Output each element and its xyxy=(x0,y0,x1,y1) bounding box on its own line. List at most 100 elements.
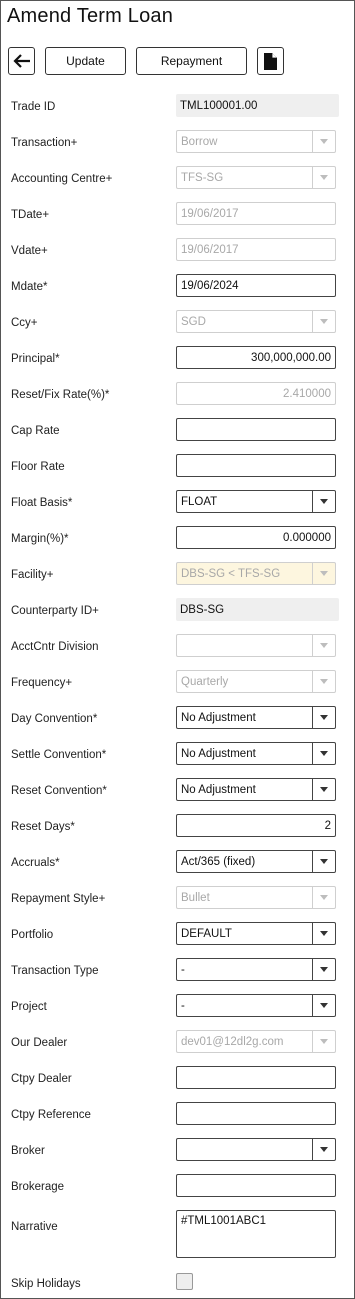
ctpy-dealer-label: Ctpy Dealer xyxy=(11,1073,72,1085)
accounting-centre-select[interactable]: TFS-SG xyxy=(176,166,336,189)
chevron-down-icon[interactable] xyxy=(312,743,335,764)
floor-rate-input[interactable] xyxy=(176,454,336,477)
day-convention-label: Day Convention* xyxy=(11,713,98,725)
project-value: - xyxy=(181,999,185,1012)
row-project: Project - xyxy=(1,990,355,1026)
margin-input[interactable]: 0.000000 xyxy=(176,526,336,549)
vdate-input[interactable]: 19/06/2017 xyxy=(176,238,336,261)
our-dealer-value: dev01@12dl2g.com xyxy=(181,1035,284,1048)
transaction-type-select[interactable]: - xyxy=(176,958,336,981)
cap-rate-label: Cap Rate xyxy=(11,425,60,437)
row-reset-convention: Reset Convention* No Adjustment xyxy=(1,774,355,810)
repayment-button[interactable]: Repayment xyxy=(136,47,247,75)
settle-convention-select[interactable]: No Adjustment xyxy=(176,742,336,765)
float-basis-select[interactable]: FLOAT xyxy=(176,490,336,513)
broker-label: Broker xyxy=(11,1145,45,1157)
settle-convention-value: No Adjustment xyxy=(181,747,256,760)
portfolio-value: DEFAULT xyxy=(181,927,232,940)
chevron-down-icon[interactable] xyxy=(312,959,335,980)
principal-label: Principal* xyxy=(11,353,60,365)
our-dealer-label: Our Dealer xyxy=(11,1037,68,1049)
transaction-select[interactable]: Borrow xyxy=(176,130,336,153)
document-icon xyxy=(264,52,277,70)
floor-rate-label: Floor Rate xyxy=(11,461,65,473)
chevron-down-icon[interactable] xyxy=(312,707,335,728)
float-basis-label: Float Basis* xyxy=(11,497,73,509)
amend-term-loan-panel: Amend Term Loan Update Repayment Trade I… xyxy=(0,0,355,1299)
facility-label: Facility+ xyxy=(11,569,54,581)
accruals-label: Accruals* xyxy=(11,857,60,869)
transaction-label: Transaction+ xyxy=(11,137,78,149)
repayment-style-select[interactable]: Bullet xyxy=(176,886,336,909)
row-transaction-type: Transaction Type - xyxy=(1,954,355,990)
ctpy-reference-input[interactable] xyxy=(176,1102,336,1125)
day-convention-select[interactable]: No Adjustment xyxy=(176,706,336,729)
ccy-label: Ccy+ xyxy=(11,317,38,329)
ccy-value: SGD xyxy=(181,315,206,328)
day-convention-value: No Adjustment xyxy=(181,711,256,724)
project-select[interactable]: - xyxy=(176,994,336,1017)
project-label: Project xyxy=(11,1001,47,1013)
ctpy-dealer-input[interactable] xyxy=(176,1066,336,1089)
accounting-centre-label: Accounting Centre+ xyxy=(11,173,113,185)
chevron-down-icon[interactable] xyxy=(312,851,335,872)
ccy-select[interactable]: SGD xyxy=(176,310,336,333)
row-day-convention: Day Convention* No Adjustment xyxy=(1,702,355,738)
skip-holidays-checkbox[interactable] xyxy=(176,1273,193,1290)
mdate-input[interactable]: 19/06/2024 xyxy=(176,274,336,297)
ctpy-reference-label: Ctpy Reference xyxy=(11,1109,91,1121)
acctcntr-division-select[interactable] xyxy=(176,634,336,657)
reset-convention-value: No Adjustment xyxy=(181,783,256,796)
row-float-basis: Float Basis* FLOAT xyxy=(1,486,355,522)
reset-rate-input[interactable]: 2.410000 xyxy=(176,382,336,405)
row-trade-id: Trade ID TML100001.00 xyxy=(1,90,355,126)
reset-days-label: Reset Days* xyxy=(11,821,75,833)
chevron-down-icon xyxy=(312,563,335,584)
chevron-down-icon[interactable] xyxy=(312,491,335,512)
frequency-value: Quarterly xyxy=(181,675,229,688)
portfolio-select[interactable]: DEFAULT xyxy=(176,922,336,945)
our-dealer-select[interactable]: dev01@12dl2g.com xyxy=(176,1030,336,1053)
narrative-textarea[interactable]: #TML1001ABC1 xyxy=(176,1210,336,1258)
tdate-input[interactable]: 19/06/2017 xyxy=(176,202,336,225)
row-counterparty-id: Counterparty ID+ DBS-SG xyxy=(1,594,355,630)
row-our-dealer: Our Dealer dev01@12dl2g.com xyxy=(1,1026,355,1062)
row-accruals: Accruals* Act/365 (fixed) xyxy=(1,846,355,882)
counterparty-id-value: DBS-SG xyxy=(176,598,339,621)
chevron-down-icon[interactable] xyxy=(312,779,335,800)
row-principal: Principal* 300,000,000.00 xyxy=(1,342,355,378)
brokerage-input[interactable] xyxy=(176,1174,336,1197)
document-button[interactable] xyxy=(257,47,284,75)
frequency-select[interactable]: Quarterly xyxy=(176,670,336,693)
back-button[interactable] xyxy=(8,47,35,75)
margin-label: Margin(%)* xyxy=(11,533,69,545)
chevron-down-icon[interactable] xyxy=(312,923,335,944)
chevron-down-icon xyxy=(312,635,335,656)
chevron-down-icon xyxy=(312,311,335,332)
brokerage-label: Brokerage xyxy=(11,1181,65,1193)
facility-select[interactable]: DBS-SG < TFS-SG xyxy=(176,562,336,585)
row-transaction: Transaction+ Borrow xyxy=(1,126,355,162)
broker-select[interactable] xyxy=(176,1138,336,1161)
chevron-down-icon[interactable] xyxy=(312,995,335,1016)
row-broker: Broker xyxy=(1,1134,355,1170)
row-ctpy-reference: Ctpy Reference xyxy=(1,1098,355,1134)
row-vdate: Vdate+ 19/06/2017 xyxy=(1,234,355,270)
row-portfolio: Portfolio DEFAULT xyxy=(1,918,355,954)
chevron-down-icon[interactable] xyxy=(312,1139,335,1160)
counterparty-id-label: Counterparty ID+ xyxy=(11,605,99,617)
mdate-label: Mdate* xyxy=(11,281,48,293)
trade-id-label: Trade ID xyxy=(11,101,56,113)
row-tdate: TDate+ 19/06/2017 xyxy=(1,198,355,234)
reset-convention-select[interactable]: No Adjustment xyxy=(176,778,336,801)
chevron-down-icon xyxy=(312,887,335,908)
accruals-select[interactable]: Act/365 (fixed) xyxy=(176,850,336,873)
reset-days-input[interactable]: 2 xyxy=(176,814,336,837)
row-brokerage: Brokerage xyxy=(1,1170,355,1206)
chevron-down-icon xyxy=(312,1031,335,1052)
cap-rate-input[interactable] xyxy=(176,418,336,441)
chevron-down-icon xyxy=(312,167,335,188)
principal-input[interactable]: 300,000,000.00 xyxy=(176,346,336,369)
update-button[interactable]: Update xyxy=(45,47,126,75)
row-cap-rate: Cap Rate xyxy=(1,414,355,450)
